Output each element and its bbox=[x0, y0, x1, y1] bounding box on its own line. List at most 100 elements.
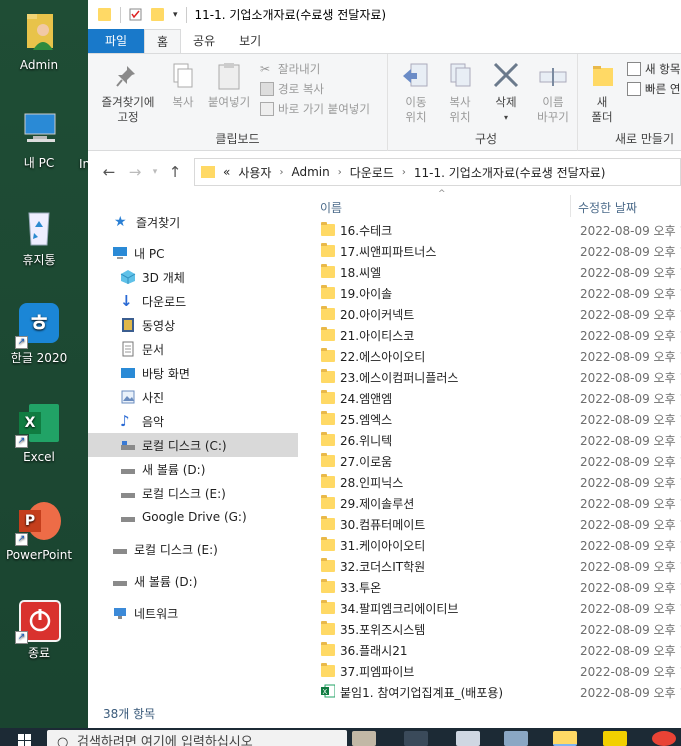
properties-icon[interactable] bbox=[129, 8, 142, 21]
list-item[interactable]: 31.케이아이오티 2022-08-09 오후 1 bbox=[298, 534, 681, 555]
up-button[interactable]: ↑ bbox=[162, 163, 188, 181]
chevron-right-icon[interactable]: › bbox=[402, 167, 406, 178]
list-item[interactable]: 20.아이커넥트 2022-08-09 오후 1 bbox=[298, 303, 681, 324]
search-icon: ○ bbox=[57, 735, 69, 746]
nav-drive-d[interactable]: 새 볼륨 (D:) bbox=[88, 457, 298, 481]
nav-quick-access[interactable]: ★ 즐겨찾기 bbox=[88, 210, 298, 234]
taskbar-search-box[interactable]: ○ 검색하려면 여기에 입력하십시오 bbox=[47, 730, 347, 746]
desktop-icon-hangul[interactable]: ㅎ ↗ 한글 2020 bbox=[0, 303, 78, 365]
move-to-button[interactable]: 이동 위치 bbox=[397, 60, 435, 125]
nav-drive-e[interactable]: 로컬 디스크 (E:) bbox=[88, 481, 298, 505]
nav-videos[interactable]: 동영상 bbox=[88, 313, 298, 337]
nav-documents[interactable]: 문서 bbox=[88, 337, 298, 361]
paste-shortcut-button[interactable]: 바로 가기 붙여넣기 bbox=[260, 100, 370, 118]
copy-path-button[interactable]: 경로 복사 bbox=[260, 80, 324, 98]
star-icon: ★ bbox=[114, 214, 127, 230]
file-date: 2022-08-09 오후 1 bbox=[580, 392, 681, 406]
recent-locations-chevron-icon[interactable]: ▾ bbox=[148, 167, 162, 177]
desktop-icon-label: Excel bbox=[23, 450, 55, 464]
forward-button[interactable]: → bbox=[122, 163, 148, 181]
copy-button[interactable]: 복사 bbox=[166, 60, 200, 110]
desktop-icon-powerpoint[interactable]: P ↗ PowerPoint bbox=[0, 500, 78, 562]
easy-access-button[interactable]: 빠른 연 bbox=[627, 80, 680, 98]
list-item[interactable]: X 붙임1. 참여기업집계표_(배포용) 2022-08-09 오후 1 bbox=[298, 681, 681, 702]
nav-this-pc[interactable]: 내 PC bbox=[88, 241, 298, 265]
taskbar-app-icon[interactable] bbox=[456, 731, 480, 746]
list-item[interactable]: 35.포위즈시스템 2022-08-09 오후 1 bbox=[298, 618, 681, 639]
list-item[interactable]: 18.씨엘 2022-08-09 오후 1 bbox=[298, 261, 681, 282]
breadcrumb-current-folder[interactable]: 11-1. 기업소개자료(수료생 전달자료) bbox=[414, 164, 606, 181]
desktop-icon-admin[interactable]: Admin bbox=[0, 10, 78, 72]
list-item[interactable]: 22.에스아이오티 2022-08-09 오후 1 bbox=[298, 345, 681, 366]
new-folder-icon[interactable] bbox=[151, 8, 164, 21]
cut-button[interactable]: ✂ 잘라내기 bbox=[260, 60, 320, 78]
list-item[interactable]: 32.코더스IT학원 2022-08-09 오후 1 bbox=[298, 555, 681, 576]
nav-network[interactable]: 네트워크 bbox=[88, 601, 298, 625]
breadcrumb-admin[interactable]: Admin bbox=[291, 165, 329, 179]
nav-google-drive[interactable]: Google Drive (G:) bbox=[88, 505, 298, 529]
list-item[interactable]: 28.인피닉스 2022-08-09 오후 1 bbox=[298, 471, 681, 492]
taskbar-app-icon[interactable] bbox=[603, 731, 627, 746]
taskbar-app-icon[interactable] bbox=[504, 731, 528, 746]
column-date-header[interactable]: 수정한 날짜 bbox=[578, 199, 637, 216]
nav-3d-objects[interactable]: 3D 개체 bbox=[88, 265, 298, 289]
desktop-icon-excel[interactable]: X ↗ Excel bbox=[0, 402, 78, 464]
list-item[interactable]: 19.아이솔 2022-08-09 오후 1 bbox=[298, 282, 681, 303]
tab-share[interactable]: 공유 bbox=[181, 29, 227, 53]
rename-button[interactable]: 이름 바꾸기 bbox=[531, 60, 575, 125]
list-item[interactable]: 26.위니텍 2022-08-09 오후 1 bbox=[298, 429, 681, 450]
list-item[interactable]: 23.에스이컴퍼니플러스 2022-08-09 오후 1 bbox=[298, 366, 681, 387]
list-item[interactable]: 16.수테크 2022-08-09 오후 1 bbox=[298, 219, 681, 240]
back-button[interactable]: ← bbox=[96, 163, 122, 181]
tab-file[interactable]: 파일 bbox=[88, 29, 144, 53]
nav-drive-e-root[interactable]: 로컬 디스크 (E:) bbox=[88, 537, 298, 561]
file-date: 2022-08-09 오후 1 bbox=[580, 518, 681, 532]
nav-music[interactable]: ♪ 음악 bbox=[88, 409, 298, 433]
nav-downloads[interactable]: ↓ 다운로드 bbox=[88, 289, 298, 313]
paste-button[interactable]: 붙여넣기 bbox=[204, 60, 254, 110]
pin-to-quick-access-button[interactable]: 즐겨찾기에 고정 bbox=[92, 60, 164, 125]
copy-to-button[interactable]: 복사 위치 bbox=[441, 60, 479, 125]
list-item[interactable]: 29.제이솔루션 2022-08-09 오후 1 bbox=[298, 492, 681, 513]
taskbar-chrome-icon[interactable] bbox=[652, 731, 676, 746]
list-item[interactable]: 34.팔피엠크리에이티브 2022-08-09 오후 1 bbox=[298, 597, 681, 618]
list-item[interactable]: 24.엠앤엠 2022-08-09 오후 1 bbox=[298, 387, 681, 408]
tab-home[interactable]: 홈 bbox=[144, 29, 182, 53]
nav-drive-c[interactable]: 로컬 디스크 (C:) bbox=[88, 433, 298, 457]
new-item-button[interactable]: 새 항목 bbox=[627, 60, 680, 78]
list-item[interactable]: 21.아이티스코 2022-08-09 오후 1 bbox=[298, 324, 681, 345]
chevron-right-icon[interactable]: › bbox=[338, 167, 342, 178]
column-divider[interactable] bbox=[570, 195, 571, 217]
list-item[interactable]: 27.이로움 2022-08-09 오후 1 bbox=[298, 450, 681, 471]
list-item[interactable]: 25.엠엑스 2022-08-09 오후 1 bbox=[298, 408, 681, 429]
taskbar-file-explorer-icon[interactable] bbox=[553, 731, 577, 746]
chevron-right-icon[interactable]: › bbox=[279, 167, 283, 178]
quick-access-dropdown-icon[interactable]: ▾ bbox=[173, 10, 178, 20]
taskbar-app-icon[interactable] bbox=[404, 731, 428, 746]
column-name-header[interactable]: 이름 bbox=[320, 199, 342, 216]
breadcrumb-users[interactable]: 사용자 bbox=[238, 164, 271, 181]
music-icon: ♪ bbox=[120, 412, 130, 430]
nav-desktop[interactable]: 바탕 화면 bbox=[88, 361, 298, 385]
desktop-icon-my-pc[interactable]: 내 PC bbox=[0, 108, 78, 170]
list-item[interactable]: 30.컴퓨터메이트 2022-08-09 오후 1 bbox=[298, 513, 681, 534]
breadcrumb-downloads[interactable]: 다운로드 bbox=[350, 164, 394, 181]
list-item[interactable]: 33.투온 2022-08-09 오후 1 bbox=[298, 576, 681, 597]
list-item[interactable]: 17.씨앤피파트너스 2022-08-09 오후 1 bbox=[298, 240, 681, 261]
nav-drive-d-root[interactable]: 새 볼륨 (D:) bbox=[88, 569, 298, 593]
delete-button[interactable]: 삭제 ▾ bbox=[487, 60, 525, 125]
file-name: 36.플래시21 bbox=[340, 644, 408, 658]
move-to-icon bbox=[401, 60, 431, 92]
list-item[interactable]: 36.플래시21 2022-08-09 오후 1 bbox=[298, 639, 681, 660]
breadcrumb-overflow[interactable]: « bbox=[223, 165, 230, 179]
taskbar-app-icon[interactable] bbox=[352, 731, 376, 746]
new-folder-button[interactable]: 새 폴더 bbox=[587, 60, 617, 125]
nav-pictures[interactable]: 사진 bbox=[88, 385, 298, 409]
list-item[interactable]: 37.피엠파이브 2022-08-09 오후 1 bbox=[298, 660, 681, 681]
tab-view[interactable]: 보기 bbox=[227, 29, 273, 53]
desktop-icon-recycle-bin[interactable]: 휴지통 bbox=[0, 205, 78, 267]
desktop-icon-shutdown[interactable]: ↗ 종료 bbox=[0, 598, 78, 660]
clipboard-group-title: 클립보드 bbox=[215, 132, 260, 146]
address-bar[interactable]: « 사용자 › Admin › 다운로드 › 11-1. 기업소개자료(수료생 … bbox=[194, 158, 681, 186]
windows-start-icon[interactable] bbox=[18, 734, 32, 746]
